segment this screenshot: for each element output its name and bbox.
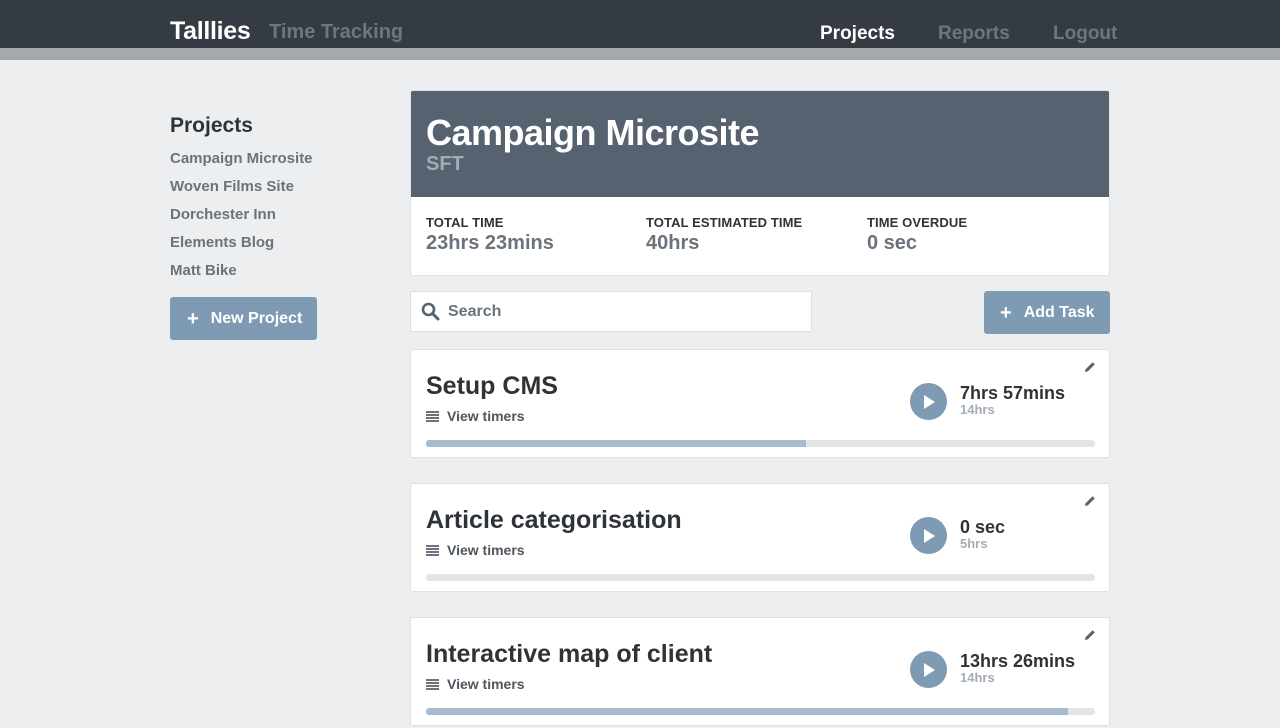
task-progress-fill [426, 708, 1069, 715]
stat-time-overdue-label: TIME OVERDUE [867, 215, 968, 230]
pencil-icon[interactable] [1084, 360, 1096, 378]
play-icon [923, 662, 935, 677]
sidebar-item-dorchester-inn[interactable]: Dorchester Inn [170, 206, 370, 234]
stat-total-time-value: 23hrs 23mins [426, 232, 554, 254]
task-estimate: 14hrs [960, 670, 995, 685]
task-title: Interactive map of client [426, 640, 713, 668]
task-estimate: 5hrs [960, 536, 988, 551]
view-timers-link[interactable]: View timers [426, 542, 525, 558]
list-icon [426, 544, 439, 556]
task-logged-time: 13hrs 26mins [960, 651, 1076, 671]
play-icon [923, 394, 935, 409]
nav-projects-link[interactable]: Projects [820, 23, 895, 45]
sidebar-item-woven-films-site[interactable]: Woven Films Site [170, 178, 370, 206]
stat-estimated-time: TOTAL ESTIMATED TIME 40hrs [646, 215, 802, 255]
sidebar-item-elements-blog[interactable]: Elements Blog [170, 234, 370, 262]
task-logged-time: 7hrs 57mins [960, 383, 1066, 403]
stat-total-time: TOTAL TIME 23hrs 23mins [426, 215, 554, 255]
app-tagline: Time Tracking [269, 21, 404, 43]
task-estimate: 14hrs [960, 402, 995, 417]
task-progress-bar [426, 574, 1095, 581]
project-header-card: Campaign Microsite SFT TOTAL TIME 23hrs … [410, 90, 1110, 276]
project-stats: TOTAL TIME 23hrs 23mins TOTAL ESTIMATED … [411, 197, 1109, 275]
project-title: Campaign Microsite [426, 112, 760, 153]
play-timer-button[interactable] [910, 383, 947, 420]
task-title: Setup CMS [426, 372, 558, 400]
search-input[interactable] [448, 302, 788, 321]
sidebar-item-campaign-microsite[interactable]: Campaign Microsite [170, 150, 370, 178]
view-timers-link[interactable]: View timers [426, 408, 525, 424]
project-header-band: Campaign Microsite SFT [411, 91, 1109, 197]
pencil-icon[interactable] [1084, 494, 1096, 512]
view-timers-link[interactable]: View timers [426, 676, 525, 692]
view-timers-label: View timers [447, 408, 525, 424]
plus-icon: + [1000, 301, 1012, 324]
task-card: Article categorisation View timers 0 sec… [410, 483, 1110, 592]
list-icon [426, 678, 439, 690]
sidebar-item-matt-bike[interactable]: Matt Bike [170, 262, 370, 290]
add-task-button[interactable]: + Add Task [984, 291, 1110, 334]
add-task-label: Add Task [1023, 303, 1095, 321]
play-icon [923, 528, 935, 543]
stat-estimated-time-value: 40hrs [646, 232, 700, 254]
task-title: Article categorisation [426, 506, 682, 534]
pencil-icon[interactable] [1084, 628, 1096, 646]
view-timers-label: View timers [447, 542, 525, 558]
nav-logout-link[interactable]: Logout [1053, 23, 1117, 45]
plus-icon: + [187, 307, 199, 330]
project-code: SFT [426, 152, 464, 175]
task-progress-bar [426, 708, 1095, 715]
play-timer-button[interactable] [910, 517, 947, 554]
view-timers-label: View timers [447, 676, 525, 692]
task-card: Interactive map of client View timers 13… [410, 617, 1110, 726]
task-progress-bar [426, 440, 1095, 447]
nav-reports-link[interactable]: Reports [938, 23, 1010, 45]
stat-time-overdue-value: 0 sec [867, 232, 918, 254]
task-logged-time: 0 sec [960, 517, 1006, 537]
task-card: Setup CMS View timers 7hrs 57mins 14hrs [410, 349, 1110, 458]
search-box[interactable] [410, 291, 812, 332]
play-timer-button[interactable] [910, 651, 947, 688]
list-icon [426, 410, 439, 422]
top-navigation-bar: Talllies Time Tracking Projects Reports … [0, 0, 1280, 60]
stat-time-overdue: TIME OVERDUE 0 sec [867, 215, 967, 255]
sidebar: Projects Campaign Microsite Woven Films … [170, 114, 370, 290]
stat-total-time-label: TOTAL TIME [426, 215, 504, 230]
new-project-button[interactable]: + New Project [170, 297, 317, 340]
new-project-label: New Project [210, 309, 303, 327]
app-logo[interactable]: Talllies [170, 17, 251, 46]
task-progress-fill [426, 440, 806, 447]
stat-estimated-time-label: TOTAL ESTIMATED TIME [646, 215, 803, 230]
search-icon [421, 302, 440, 321]
sidebar-heading: Projects [170, 114, 253, 137]
